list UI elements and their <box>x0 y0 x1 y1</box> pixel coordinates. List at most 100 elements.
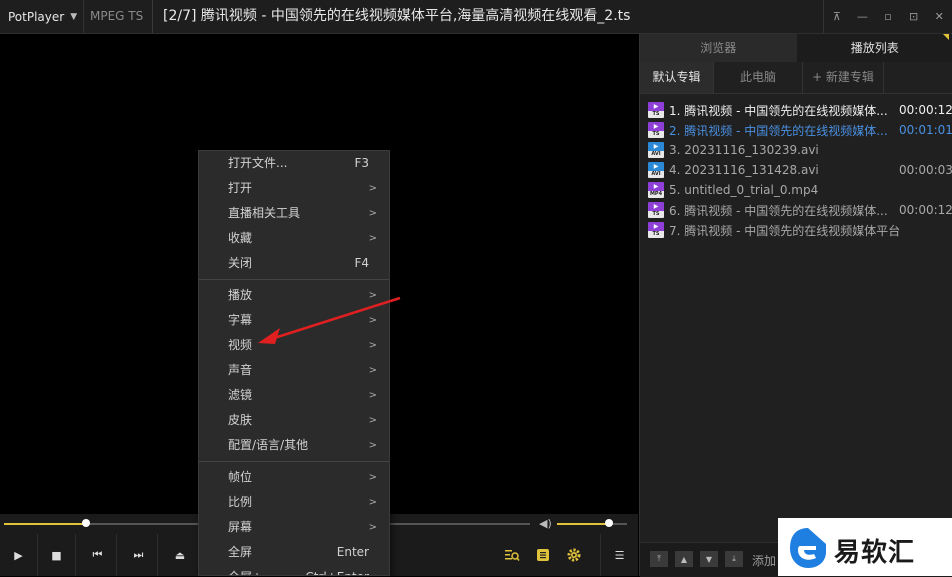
file-type-icon: ▶AVI <box>648 162 664 178</box>
playlist-item-name: 2. 腾讯视频 - 中国领先的在线视频媒体... <box>669 122 899 139</box>
menu-item-label: 屏幕 <box>228 520 252 534</box>
playlist-item-duration: 00:00:12 <box>899 103 952 117</box>
menu-shortcut: Enter <box>337 540 369 565</box>
menu-item[interactable]: 帧位> <box>199 465 389 490</box>
playlist-item[interactable]: ▶MP4 5. untitled_0_trial_0.mp4 <box>640 180 952 200</box>
menu-item-label: 全屏 <box>228 545 252 559</box>
file-type-label: MP4 <box>648 191 664 198</box>
tab-playlist[interactable]: 播放列表 <box>797 34 952 62</box>
menu-item[interactable]: 字幕> <box>199 308 389 333</box>
menu-item[interactable]: 屏幕 > <box>199 515 389 540</box>
watermark-logo-icon <box>786 526 830 570</box>
menu-item[interactable]: 关闭 F4 <box>199 251 389 276</box>
submenu-arrow: > <box>369 176 377 201</box>
menu-item[interactable]: 全屏 Enter <box>199 540 389 565</box>
info-icon[interactable] <box>528 534 558 576</box>
move-up-icon[interactable]: ▲ <box>675 551 693 567</box>
playlist-item[interactable]: ▶TS 2. 腾讯视频 - 中国领先的在线视频媒体...00:01:01 <box>640 120 952 140</box>
playlist-item-duration: 00:01:01 <box>899 123 952 137</box>
playlist-item-name: 5. untitled_0_trial_0.mp4 <box>669 183 899 197</box>
stop-icon[interactable]: ■ <box>38 534 76 576</box>
submenu-arrow: > <box>369 408 377 433</box>
menu-item[interactable]: 直播相关工具> <box>199 201 389 226</box>
move-down-icon[interactable]: ▼ <box>700 551 718 567</box>
playlist-item-duration: 00:00:12 <box>899 203 952 217</box>
playlist-search-icon[interactable] <box>497 534 527 576</box>
menu-item[interactable]: 打开文件... F3 <box>199 151 389 176</box>
title-bar: PotPlayer ▼ MPEG TS [2/7] 腾讯视频 - 中国领先的在线… <box>0 0 952 34</box>
tab-corner-marker <box>943 34 949 40</box>
move-top-icon[interactable]: ⤒ <box>650 551 668 567</box>
move-bottom-icon[interactable]: ⤓ <box>725 551 743 567</box>
submenu-arrow: > <box>369 515 377 540</box>
menu-item-label: 打开 <box>228 181 252 195</box>
menu-item[interactable]: 收藏> <box>199 226 389 251</box>
menu-item-label: 播放 <box>228 288 252 302</box>
close-icon[interactable]: ✕ <box>926 0 952 33</box>
fullscreen-icon[interactable]: ⊡ <box>901 0 927 33</box>
volume-level <box>557 523 609 525</box>
album-new[interactable]: + 新建专辑 <box>803 62 884 93</box>
seek-handle[interactable] <box>82 519 90 527</box>
playlist-item[interactable]: ▶AVI3. 20231116_130239.avi <box>640 140 952 160</box>
menu-item-label: 滤镜 <box>228 388 252 402</box>
volume-handle[interactable] <box>605 519 613 527</box>
album-this-pc[interactable]: 此电脑 <box>714 62 803 93</box>
menu-item-label: 收藏 <box>228 231 252 245</box>
menu-item-label: 声音 <box>228 363 252 377</box>
menu-item[interactable]: 打开 > <box>199 176 389 201</box>
menu-item[interactable]: 声音 > <box>199 358 389 383</box>
tab-browser[interactable]: 浏览器 <box>640 34 797 62</box>
menu-item-label: 皮肤 <box>228 413 252 427</box>
file-type-label: AVI <box>648 151 664 158</box>
menu-item[interactable]: 播放> <box>199 283 389 308</box>
menu-item[interactable]: 视频> <box>199 333 389 358</box>
playlist-item-name: 7. 腾讯视频 - 中国领先的在线视频媒体平台,海... <box>669 222 899 239</box>
menu-item-label: 关闭 <box>228 256 252 270</box>
app-menu-button[interactable]: PotPlayer ▼ <box>0 0 84 33</box>
play-icon[interactable]: ▶ <box>0 534 38 576</box>
playlist-item[interactable]: ▶AVI4. 20231116_131428.avi00:00:03 <box>640 160 952 180</box>
menu-separator <box>199 279 389 280</box>
menu-item[interactable]: 比例> <box>199 490 389 515</box>
menu-item[interactable]: 全屏+Ctrl+Enter <box>199 565 389 576</box>
file-type-icon: ▶TS <box>648 102 664 118</box>
file-type-icon: ▶TS <box>648 122 664 138</box>
file-type-label: TS <box>648 211 664 218</box>
playlist-item[interactable]: ▶TS6. 腾讯视频 - 中国领先的在线视频媒体...00:00:12 <box>640 200 952 220</box>
playlist-panel: 浏览器 播放列表 默认专辑 此电脑 + 新建专辑 ▶TS 1. 腾讯视频 - 中国… <box>639 34 952 576</box>
restore-icon[interactable]: ▫ <box>875 0 901 33</box>
menu-item-label: 打开文件... <box>228 156 287 170</box>
album-default[interactable]: 默认专辑 <box>640 62 714 93</box>
watermark-text: 易软汇 <box>834 532 915 569</box>
file-type-label: TS <box>648 231 664 238</box>
volume-icon[interactable]: ◀) <box>539 517 552 530</box>
playlist-item-name: 1. 腾讯视频 - 中国领先的在线视频媒体... <box>669 102 899 119</box>
add-button[interactable]: 添加 <box>752 552 776 569</box>
menu-item-label: 帧位 <box>228 470 252 484</box>
file-type-icon: ▶MP4 <box>648 182 664 198</box>
pin-icon[interactable]: ⊼ <box>824 0 850 33</box>
eject-icon[interactable]: ⏏ <box>161 534 199 576</box>
menu-icon[interactable]: ☰ <box>600 534 638 576</box>
settings-gear-icon[interactable] <box>559 534 589 576</box>
menu-item[interactable]: 皮肤 > <box>199 408 389 433</box>
minimize-icon[interactable]: — <box>850 0 876 33</box>
menu-item[interactable]: 配置/语言/其他> <box>199 433 389 458</box>
format-label: MPEG TS <box>90 0 153 33</box>
submenu-arrow: > <box>369 358 377 383</box>
menu-shortcut: F4 <box>354 251 369 276</box>
menu-shortcut: F3 <box>354 151 369 176</box>
previous-icon[interactable]: ⏮ <box>79 534 117 576</box>
menu-item[interactable]: 滤镜> <box>199 383 389 408</box>
playlist-item[interactable]: ▶TS 1. 腾讯视频 - 中国领先的在线视频媒体...00:00:12 <box>640 100 952 120</box>
file-type-label: TS <box>648 111 664 118</box>
next-icon[interactable]: ⏭ <box>120 534 158 576</box>
file-type-label: TS <box>648 131 664 138</box>
file-type-icon: ▶TS <box>648 222 664 238</box>
chevron-down-icon: ▼ <box>70 12 77 22</box>
playlist-item[interactable]: ▶TS 7. 腾讯视频 - 中国领先的在线视频媒体平台,海... <box>640 220 952 240</box>
menu-item-label: 字幕 <box>228 313 252 327</box>
watermark: 易软汇 <box>778 518 952 576</box>
context-menu: 打开文件...F3打开>直播相关工具>收藏>关闭F4播放>字幕>视频>声音>滤镜… <box>198 150 390 576</box>
